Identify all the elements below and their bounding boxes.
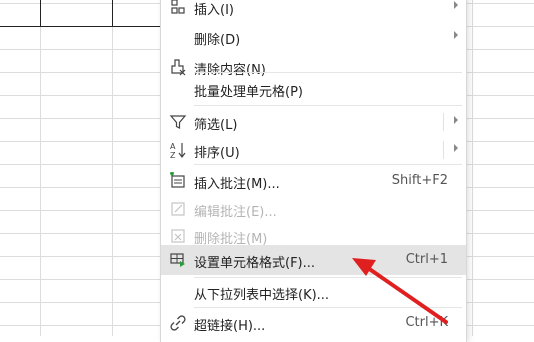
annotation-arrow (352, 258, 448, 324)
